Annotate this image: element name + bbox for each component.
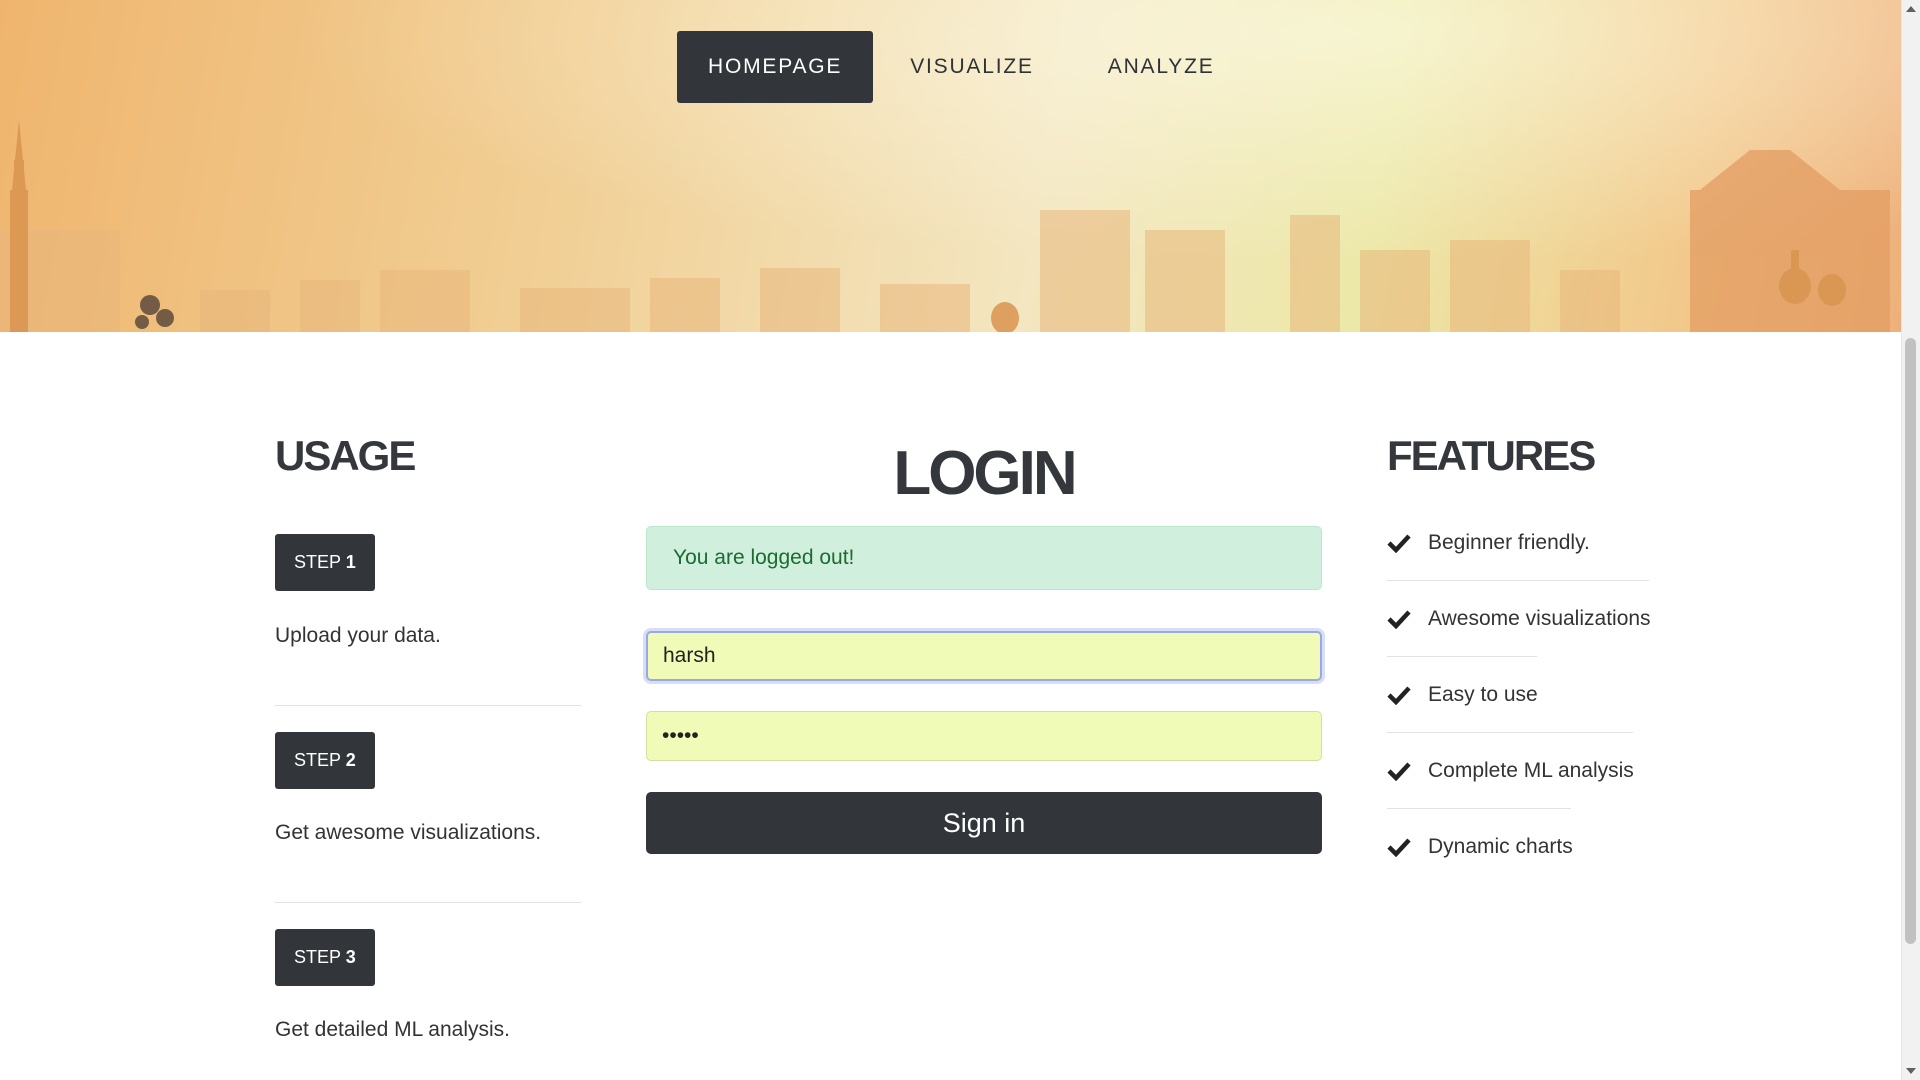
feature-label: Easy to use (1428, 682, 1538, 706)
nav-visualize[interactable]: VISUALIZE (873, 31, 1071, 103)
step-divider (275, 902, 581, 903)
feature-label: Dynamic charts (1428, 834, 1573, 858)
step-1-text: Upload your data. (275, 624, 441, 647)
login-title: LOGIN (893, 439, 1077, 508)
step-3: STEP 3 Get detailed ML analysis. (275, 929, 581, 1042)
login-section: LOGIN You are logged out! Sign in (646, 438, 1322, 854)
check-icon (1387, 835, 1428, 859)
features-list: Beginner friendly. Awesome visualization… (1387, 505, 1687, 884)
step-3-prefix: STEP (294, 947, 341, 967)
usage-section: USAGE STEP 1 Upload your data. STEP 2 Ge… (275, 432, 581, 1042)
feature-item: Dynamic charts (1387, 809, 1687, 884)
step-3-badge: STEP 3 (275, 929, 375, 986)
check-icon (1387, 531, 1428, 555)
step-2-text: Get awesome visualizations. (275, 821, 542, 844)
feature-item: Awesome visualizations (1387, 581, 1687, 656)
features-title: FEATURES (1387, 432, 1596, 479)
password-input[interactable] (646, 711, 1322, 761)
features-section: FEATURES Beginner friendly. Awesome visu… (1387, 432, 1687, 884)
step-2-prefix: STEP (294, 750, 341, 770)
feature-label: Awesome visualizations (1428, 606, 1651, 630)
step-2: STEP 2 Get awesome visualizations. (275, 732, 581, 845)
logout-alert: You are logged out! (646, 526, 1322, 590)
step-1-badge: STEP 1 (275, 534, 375, 591)
step-1-prefix: STEP (294, 552, 341, 572)
step-2-badge: STEP 2 (275, 732, 375, 789)
step-2-number: 2 (345, 750, 356, 770)
feature-label: Complete ML analysis (1428, 758, 1634, 782)
feature-item: Beginner friendly. (1387, 505, 1687, 580)
nav-homepage[interactable]: HOMEPAGE (677, 31, 874, 103)
main-nav: HOMEPAGE VISUALIZE ANALYZE (677, 31, 1252, 103)
feature-item: Complete ML analysis (1387, 733, 1687, 808)
step-1: STEP 1 Upload your data. (275, 534, 581, 648)
step-3-number: 3 (345, 947, 356, 967)
check-icon (1387, 607, 1428, 631)
scroll-down-arrow-icon[interactable] (1906, 1068, 1916, 1074)
scrollbar-thumb[interactable] (1905, 338, 1916, 944)
check-icon (1387, 759, 1428, 783)
sign-in-button[interactable]: Sign in (646, 792, 1322, 854)
feature-label: Beginner friendly. (1428, 530, 1590, 554)
check-icon (1387, 683, 1428, 707)
step-1-number: 1 (345, 552, 356, 572)
step-3-text: Get detailed ML analysis. (275, 1018, 511, 1041)
feature-item: Easy to use (1387, 657, 1687, 732)
page-scrollbar[interactable] (1901, 0, 1920, 1080)
scroll-up-arrow-icon[interactable] (1906, 6, 1916, 12)
step-divider (275, 705, 581, 706)
nav-analyze[interactable]: ANALYZE (1071, 31, 1252, 103)
usage-title: USAGE (275, 432, 416, 479)
username-input[interactable] (646, 631, 1322, 681)
